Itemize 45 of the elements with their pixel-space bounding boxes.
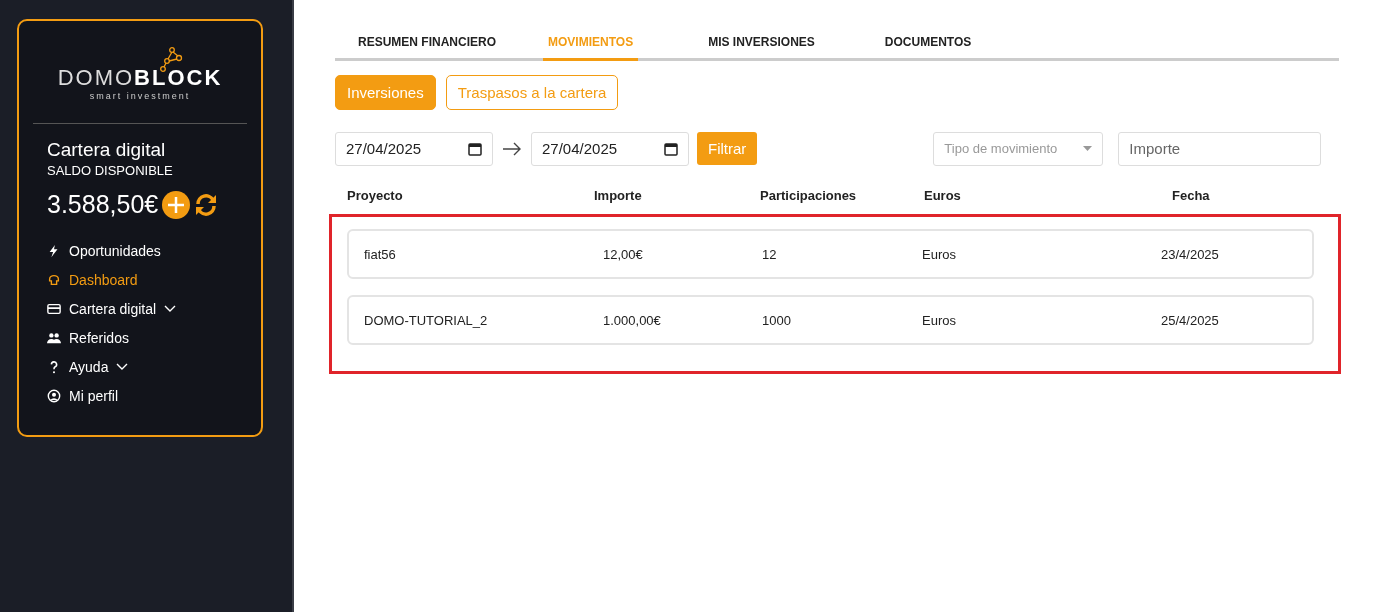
nav-icon	[47, 331, 61, 345]
column-header: Fecha	[1172, 188, 1211, 203]
nav-icon	[47, 302, 61, 316]
logo-tagline: smart investment	[89, 91, 191, 101]
nav-item[interactable]: Referidos	[47, 328, 247, 348]
table-cell-text: 12	[762, 246, 778, 262]
calendar-icon[interactable]	[664, 141, 678, 156]
date-field[interactable]: 27/04/2025	[335, 131, 493, 166]
date-field[interactable]: 27/04/2025	[531, 131, 689, 166]
logo-text: DOMO	[57, 65, 135, 91]
dropdown-caret-icon	[1083, 146, 1093, 151]
tab[interactable]: RESUMEN FINANCIERO	[335, 26, 496, 61]
tab[interactable]: MIS INVERSIONES	[685, 26, 815, 61]
nav-icon	[47, 273, 61, 287]
logo-text-bold: BLOCK	[134, 65, 223, 91]
nav-item[interactable]: Dashboard	[47, 270, 247, 290]
tab[interactable]: DOCUMENTOS	[861, 26, 972, 61]
column-header: Participaciones	[760, 188, 858, 203]
table-cell-text: 1000	[762, 312, 792, 328]
wallet-title: Cartera digital	[46, 139, 167, 161]
table-cell-text: 1.000,00€	[603, 312, 662, 328]
nav-item[interactable]: Ayuda	[47, 357, 247, 377]
column-header: Proyecto	[347, 188, 404, 203]
caret-icon	[164, 305, 177, 313]
table-cell-text: DOMO-TUTORIAL_2	[364, 312, 489, 328]
amount-field[interactable]: Importe	[1118, 131, 1322, 166]
table-cell-text: Euros	[922, 246, 957, 262]
nav-item[interactable]: Cartera digital	[47, 299, 247, 319]
wallet-subtitle: SALDO DISPONIBLE	[46, 163, 174, 178]
column-header: Importe	[594, 188, 643, 203]
caret-icon	[116, 363, 129, 371]
table-cell-text: 12,00€	[603, 246, 644, 262]
table-cell-text: Euros	[922, 312, 957, 328]
table-cell-text: 25/4/2025	[1161, 312, 1220, 328]
add-funds-icon[interactable]	[162, 190, 191, 219]
table-cell-text: fiat56	[364, 246, 397, 262]
nav-item[interactable]: Oportunidades	[47, 241, 247, 261]
calendar-icon[interactable]	[468, 141, 482, 156]
balance-amount: 3.588,50€	[47, 190, 159, 219]
nav-item[interactable]: Mi perfil	[47, 386, 247, 406]
refresh-icon[interactable]	[194, 192, 219, 217]
nav-icon	[47, 389, 61, 403]
column-header: Euros	[924, 188, 962, 203]
arrow-icon	[502, 141, 522, 156]
table-cell-text: 23/4/2025	[1161, 246, 1220, 262]
